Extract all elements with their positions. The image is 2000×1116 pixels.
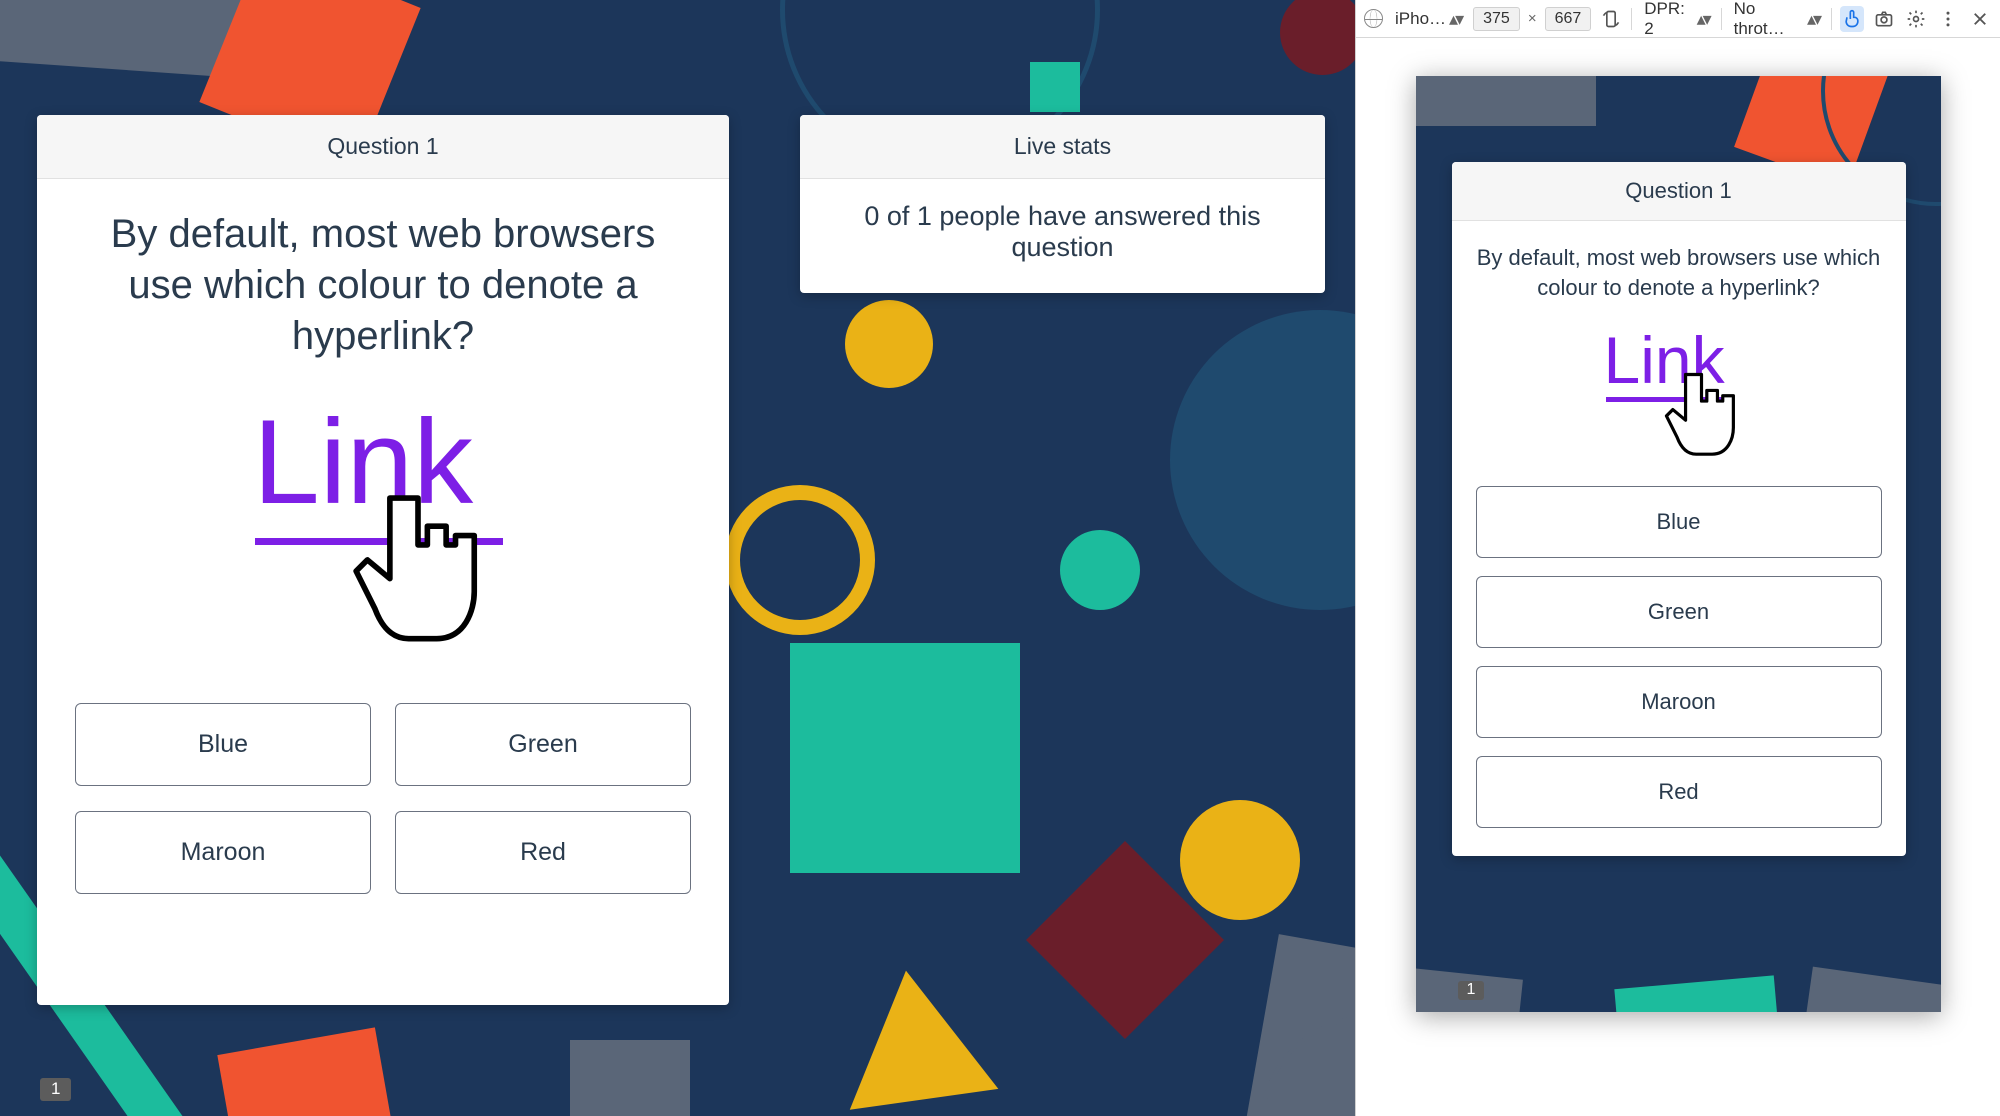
deco-shape: [1790, 967, 1940, 1012]
question-text: By default, most web browsers use which …: [75, 209, 691, 363]
updown-arrows-icon: ▴▾: [1449, 14, 1461, 24]
app-root: Question 1 By default, most web browsers…: [0, 0, 2000, 1116]
question-card-body: By default, most web browsers use which …: [37, 179, 729, 932]
deco-shape: [725, 485, 875, 635]
live-stats-text: 0 of 1 people have answered this questio…: [800, 179, 1325, 293]
preview-answer-1[interactable]: Green: [1476, 576, 1882, 648]
toolbar-divider: [1631, 8, 1632, 30]
devtools-toolbar: iPho… ▴▾ 375 × 667 DPR: 2 ▴▾ No throt… ▴…: [1356, 0, 2000, 38]
device-select[interactable]: iPho… ▴▾: [1391, 7, 1465, 31]
preview-answer-list: Blue Green Maroon Red: [1476, 486, 1882, 828]
preview-card-header: Question 1: [1452, 162, 1906, 221]
dpr-select[interactable]: DPR: 2 ▴▾: [1640, 0, 1713, 41]
preview-answer-3[interactable]: Red: [1476, 756, 1882, 828]
settings-button[interactable]: [1904, 6, 1928, 32]
deco-shape: [1030, 62, 1080, 112]
throttle-label: No throt…: [1734, 0, 1804, 39]
question-card-header: Question 1: [37, 115, 729, 179]
toolbar-divider: [1831, 8, 1832, 30]
preview-page-badge: 1: [1458, 981, 1485, 1000]
deco-shape: [790, 643, 1020, 873]
deco-shape: [1170, 310, 1355, 610]
deco-shape: [1280, 0, 1355, 75]
hyperlink-illustration: Link: [253, 403, 513, 663]
deco-shape: [845, 300, 933, 388]
throttle-select[interactable]: No throt… ▴▾: [1730, 0, 1823, 41]
toolbar-divider: [1721, 8, 1722, 30]
pointer-cursor-icon: [343, 478, 493, 668]
more-options-button[interactable]: [1936, 6, 1960, 32]
screenshot-button[interactable]: [1872, 6, 1896, 32]
question-card: Question 1 By default, most web browsers…: [37, 115, 729, 1005]
deco-shape: [1416, 76, 1596, 126]
preview-answer-0[interactable]: Blue: [1476, 486, 1882, 558]
deco-shape: [832, 960, 999, 1110]
preview-question-card: Question 1 By default, most web browsers…: [1452, 162, 1906, 856]
touch-simulation-button[interactable]: [1840, 6, 1864, 32]
updown-arrows-icon: ▴▾: [1807, 14, 1819, 24]
page-number-badge: 1: [40, 1078, 71, 1101]
presentation-canvas: Question 1 By default, most web browsers…: [0, 0, 1355, 1116]
dimension-x: ×: [1528, 10, 1537, 27]
answer-option-3[interactable]: Red: [395, 811, 691, 894]
answer-option-1[interactable]: Green: [395, 703, 691, 786]
deco-shape: [570, 1040, 690, 1116]
preview-answer-2[interactable]: Maroon: [1476, 666, 1882, 738]
viewport-width-input[interactable]: 375: [1473, 7, 1520, 31]
preview-card-body: By default, most web browsers use which …: [1452, 221, 1906, 856]
deco-shape: [217, 1027, 402, 1116]
device-preview-frame: Question 1 By default, most web browsers…: [1356, 38, 2000, 1116]
preview-question-text: By default, most web browsers use which …: [1476, 243, 1882, 302]
viewport-height-input[interactable]: 667: [1545, 7, 1592, 31]
devtools-panel: iPho… ▴▾ 375 × 667 DPR: 2 ▴▾ No throt… ▴…: [1355, 0, 2000, 1116]
live-stats-header: Live stats: [800, 115, 1325, 179]
live-stats-card: Live stats 0 of 1 people have answered t…: [800, 115, 1325, 293]
close-device-toolbar-button[interactable]: [1968, 6, 1992, 32]
deco-shape: [1180, 800, 1300, 920]
answer-grid: Blue Green Maroon Red: [75, 703, 691, 894]
answer-option-2[interactable]: Maroon: [75, 811, 371, 894]
device-select-label: iPho…: [1395, 9, 1446, 29]
deco-shape: [1060, 530, 1140, 610]
dpr-label: DPR: 2: [1644, 0, 1693, 39]
updown-arrows-icon: ▴▾: [1697, 14, 1709, 24]
globe-icon: [1364, 9, 1383, 28]
deco-shape: [1614, 975, 1787, 1012]
pointer-cursor-icon: [1659, 362, 1744, 472]
device-preview[interactable]: Question 1 By default, most web browsers…: [1416, 76, 1941, 1012]
rotate-device-button[interactable]: [1599, 6, 1623, 32]
preview-link-illustration: Link: [1604, 322, 1754, 462]
answer-option-0[interactable]: Blue: [75, 703, 371, 786]
